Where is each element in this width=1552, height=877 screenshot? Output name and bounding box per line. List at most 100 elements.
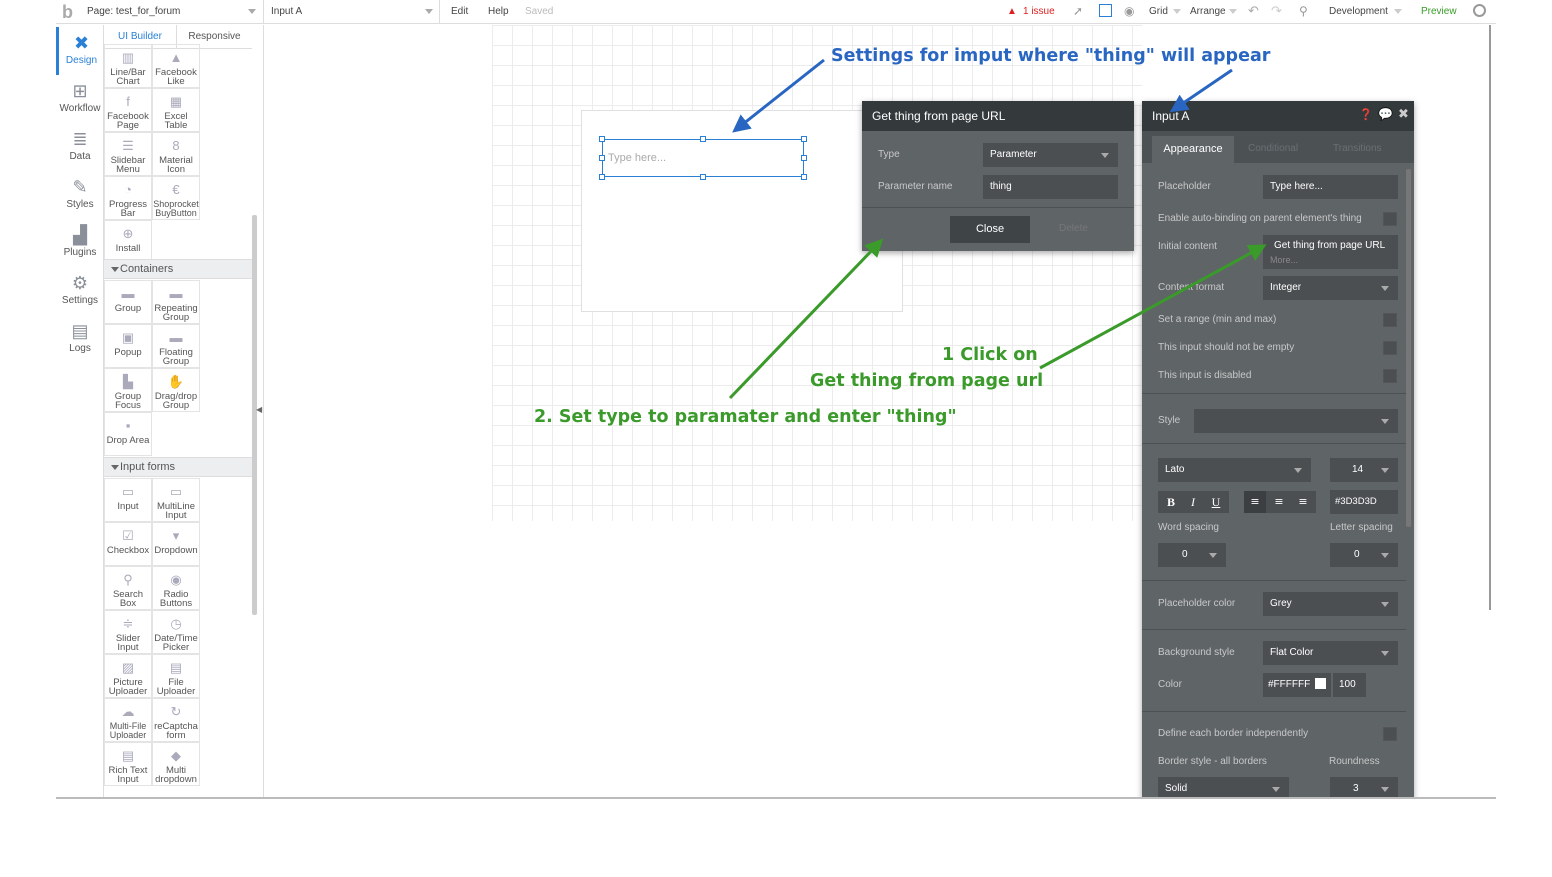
nav-data[interactable]: ≣ Data bbox=[56, 123, 104, 171]
palette-item[interactable]: ⚲ Search Box bbox=[104, 566, 152, 610]
grid-menu[interactable]: Grid bbox=[1149, 6, 1168, 17]
palette-item[interactable]: ↻ reCaptcha form bbox=[152, 698, 200, 742]
palette-item[interactable]: ☁ Multi-File Uploader bbox=[104, 698, 152, 742]
palette-item[interactable]: ◉ Radio Buttons bbox=[152, 566, 200, 610]
font-select[interactable]: Lato bbox=[1158, 458, 1311, 482]
palette-item[interactable]: ▦ Excel Table bbox=[152, 88, 200, 132]
align-center-icon[interactable]: ≡ bbox=[1268, 491, 1290, 513]
section-containers[interactable]: Containers bbox=[104, 259, 252, 279]
font-size-select[interactable]: 14 bbox=[1330, 458, 1398, 482]
nav-design[interactable]: ✖ Design bbox=[56, 27, 104, 75]
palette-item[interactable]: ▙ Group Focus bbox=[104, 368, 152, 412]
autobinding-checkbox[interactable] bbox=[1383, 212, 1397, 226]
palette-item[interactable]: ☑ Checkbox bbox=[104, 522, 152, 566]
bubble-logo[interactable]: b bbox=[62, 2, 78, 22]
chevron-down-icon[interactable] bbox=[1229, 9, 1237, 14]
type-select[interactable]: Parameter bbox=[983, 143, 1118, 167]
letter-spacing-select[interactable]: 0 bbox=[1330, 543, 1398, 567]
palette-item[interactable]: 8 Material Icon bbox=[152, 132, 200, 176]
palette-item[interactable]: ▤ File Uploader bbox=[152, 654, 200, 698]
palette-item[interactable]: ◔ Progress Bar bbox=[104, 176, 152, 220]
tab-conditional[interactable]: Conditional bbox=[1248, 143, 1298, 154]
palette-item[interactable]: ▥ Line/Bar Chart bbox=[104, 44, 152, 88]
word-spacing-select[interactable]: 0 bbox=[1158, 543, 1226, 567]
border-independent-checkbox[interactable] bbox=[1383, 727, 1397, 741]
palette-item[interactable]: ◆ Multi dropdown bbox=[152, 742, 200, 786]
text-color-input[interactable]: #3D3D3D bbox=[1330, 490, 1398, 514]
more-link[interactable]: More... bbox=[1270, 255, 1298, 265]
arrange-menu[interactable]: Arrange bbox=[1190, 6, 1226, 17]
not-empty-checkbox[interactable] bbox=[1383, 341, 1397, 355]
nav-plugins[interactable]: ▟ Plugins bbox=[56, 219, 104, 267]
resize-handle[interactable] bbox=[599, 155, 605, 161]
palette-item[interactable]: ≑ Slider Input bbox=[104, 610, 152, 654]
undo-icon[interactable]: ↶ bbox=[1248, 3, 1259, 19]
palette-item[interactable]: ▭ MultiLine Input bbox=[152, 478, 200, 522]
color-input[interactable]: #FFFFFF bbox=[1263, 673, 1331, 697]
close-button[interactable]: Close bbox=[950, 216, 1030, 243]
window-scrollbar[interactable] bbox=[1489, 25, 1491, 610]
resize-handle[interactable] bbox=[801, 136, 807, 142]
chevron-down-icon[interactable] bbox=[248, 9, 256, 14]
palette-item[interactable]: ▬ Floating Group bbox=[152, 324, 200, 368]
nav-styles[interactable]: ✎ Styles bbox=[56, 171, 104, 219]
palette-item[interactable]: ▾ Dropdown bbox=[152, 522, 200, 566]
chevron-down-icon[interactable] bbox=[1173, 9, 1181, 14]
palette-item[interactable]: ▨ Picture Uploader bbox=[104, 654, 152, 698]
initial-content-expression[interactable]: Get thing from page URL More... bbox=[1263, 235, 1398, 269]
redo-icon[interactable]: ↷ bbox=[1271, 3, 1282, 19]
align-right-icon[interactable]: ≡ bbox=[1292, 491, 1314, 513]
align-left-icon[interactable]: ≡ bbox=[1244, 491, 1266, 513]
chevron-down-icon[interactable] bbox=[425, 9, 433, 14]
account-icon[interactable] bbox=[1473, 4, 1486, 17]
palette-item[interactable]: ▤ Rich Text Input bbox=[104, 742, 152, 786]
environment-selector[interactable]: Development bbox=[1329, 6, 1388, 17]
palette-item[interactable]: ▪ Drop Area bbox=[104, 412, 152, 456]
palette-item[interactable]: ▬ Group bbox=[104, 280, 152, 324]
inspector-scrollbar[interactable] bbox=[1406, 169, 1411, 527]
install-item[interactable]: ⊕ Install bbox=[104, 220, 152, 264]
opacity-input[interactable]: 100 bbox=[1333, 673, 1366, 697]
bg-style-select[interactable]: Flat Color bbox=[1263, 641, 1398, 665]
border-style-select[interactable]: Solid bbox=[1158, 777, 1289, 797]
palette-item[interactable]: ▭ Input bbox=[104, 478, 152, 522]
comment-icon[interactable]: 💬 bbox=[1378, 107, 1393, 121]
initial-content-value[interactable]: Get thing from page URL bbox=[1274, 240, 1385, 251]
roundness-select[interactable]: 3 bbox=[1330, 777, 1398, 797]
placeholder-color-select[interactable]: Grey bbox=[1263, 592, 1398, 616]
underline-button[interactable]: U bbox=[1205, 491, 1227, 513]
resize-handle[interactable] bbox=[700, 174, 706, 180]
disabled-checkbox[interactable] bbox=[1383, 369, 1397, 383]
palette-item[interactable]: ◷ Date/Time Picker bbox=[152, 610, 200, 654]
input-a-element[interactable]: Type here... bbox=[602, 139, 804, 177]
cursor-icon[interactable]: ➚ bbox=[1073, 4, 1083, 18]
issues-link[interactable]: 1 issue bbox=[1023, 6, 1055, 17]
color-swatch[interactable] bbox=[1315, 678, 1326, 689]
resize-handle[interactable] bbox=[599, 174, 605, 180]
help-icon[interactable]: ❓ bbox=[1359, 108, 1373, 121]
edit-menu[interactable]: Edit bbox=[451, 6, 468, 17]
palette-item[interactable]: ✋ Drag/drop Group bbox=[152, 368, 200, 412]
palette-scrollbar[interactable] bbox=[252, 215, 257, 615]
palette-item[interactable]: ☰ Slidebar Menu bbox=[104, 132, 152, 176]
tab-transitions[interactable]: Transitions bbox=[1333, 143, 1382, 154]
placeholder-input[interactable]: Type here... bbox=[1263, 175, 1398, 199]
search-icon[interactable]: ⚲ bbox=[1299, 4, 1308, 18]
tab-appearance[interactable]: Appearance bbox=[1152, 136, 1234, 163]
page-selector[interactable]: Page: test_for_forum bbox=[87, 6, 180, 17]
nav-workflow[interactable]: ⊞ Workflow bbox=[56, 75, 104, 123]
help-menu[interactable]: Help bbox=[488, 6, 509, 17]
preview-button[interactable]: Preview bbox=[1421, 6, 1457, 17]
palette-item[interactable]: ▣ Popup bbox=[104, 324, 152, 368]
style-select[interactable] bbox=[1194, 409, 1398, 433]
eye-icon[interactable]: ◉ bbox=[1124, 4, 1134, 18]
collapse-panel-icon[interactable]: ◀ bbox=[256, 405, 262, 414]
nav-logs[interactable]: ▤ Logs bbox=[56, 315, 104, 363]
palette-item[interactable]: f Facebook Page bbox=[104, 88, 152, 132]
param-name-input[interactable]: thing bbox=[983, 175, 1118, 199]
layout-icon[interactable] bbox=[1099, 4, 1112, 17]
bold-button[interactable]: B bbox=[1160, 491, 1182, 513]
palette-item[interactable]: ▬ Repeating Group bbox=[152, 280, 200, 324]
chevron-down-icon[interactable] bbox=[1394, 9, 1402, 14]
element-selector[interactable]: Input A bbox=[271, 6, 302, 17]
